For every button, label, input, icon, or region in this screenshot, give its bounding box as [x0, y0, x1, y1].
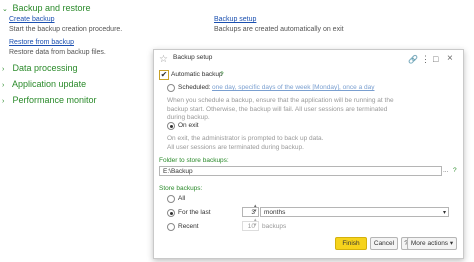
stepper-down-icon[interactable]: ▾ [254, 222, 257, 228]
section-title: Backup and restore [12, 3, 91, 13]
chevron-right-icon: › [2, 98, 5, 105]
on-exit-label: On exit [178, 122, 199, 129]
folder-input[interactable]: E:\Backup [159, 166, 442, 176]
store-backups-label: Store backups: [159, 185, 203, 192]
more-actions-label: More actions [410, 240, 449, 247]
chevron-right-icon: › [2, 82, 5, 89]
finish-button[interactable]: Finish [335, 237, 367, 250]
scheduled-label: Scheduled: [178, 84, 211, 91]
store-for-last-radio[interactable] [167, 209, 175, 217]
chevron-down-icon: ⌄ [2, 6, 8, 13]
scheduled-radio[interactable] [167, 84, 175, 92]
maximize-icon[interactable]: □ [433, 54, 438, 64]
store-recent-radio[interactable] [167, 223, 175, 231]
backup-setup-link[interactable]: Backup setup [214, 16, 256, 23]
backup-setup-description: Backups are created automatically on exi… [214, 26, 344, 33]
cancel-button[interactable]: Cancel [370, 237, 398, 250]
backup-setup-dialog: ☆ Backup setup 🔗 ⋮ □ × ✔ Automatic backu… [153, 49, 464, 259]
create-backup-description: Start the backup creation procedure. [9, 26, 123, 33]
dialog-title: Backup setup [173, 54, 213, 61]
more-actions-button[interactable]: More actions ▾ [407, 237, 457, 250]
store-all-label: All [178, 195, 186, 202]
store-all-radio[interactable] [167, 195, 175, 203]
close-icon[interactable]: × [447, 53, 453, 64]
dropdown-arrow-icon[interactable]: ▾ [443, 208, 446, 218]
on-exit-note: On exit, the administrator is prompted t… [167, 135, 324, 151]
stepper-down-icon[interactable]: ▾ [254, 208, 257, 214]
period-unit-select[interactable]: months ▾ [260, 207, 449, 217]
section-title: Application update [12, 79, 87, 89]
browse-folder-button[interactable]: ... [443, 167, 448, 174]
folder-help[interactable]: ? [453, 167, 457, 174]
menu-icon[interactable]: ⋮ [421, 54, 430, 65]
section-title: Data processing [12, 63, 78, 73]
store-recent-label: Recent [178, 223, 199, 230]
chevron-down-icon: ▾ [449, 240, 454, 247]
restore-description: Restore data from backup files. [9, 49, 106, 56]
recent-stepper[interactable]: ▴ ▾ [254, 218, 257, 228]
create-backup-link[interactable]: Create backup [9, 16, 55, 23]
automatic-backup-help[interactable]: ? [220, 71, 224, 78]
scheduled-note: When you schedule a backup, ensure that … [167, 97, 394, 121]
recent-unit-label: backups [262, 223, 287, 230]
automatic-backup-label: Automatic backup [171, 71, 223, 78]
automatic-backup-checkbox[interactable]: ✔ [159, 70, 169, 80]
for-last-stepper[interactable]: ▴ ▾ [254, 204, 257, 214]
section-data-processing[interactable]: › Data processing [2, 63, 78, 73]
link-icon[interactable]: 🔗 [408, 55, 418, 64]
period-unit-value: months [264, 209, 286, 216]
chevron-right-icon: › [2, 66, 5, 73]
section-title: Performance monitor [12, 95, 97, 105]
backup-restore-section[interactable]: ⌄ Backup and restore [2, 3, 91, 13]
section-performance-monitor[interactable]: › Performance monitor [2, 95, 97, 105]
schedule-link[interactable]: one day, specific days of the week [Mond… [212, 84, 374, 91]
favorite-star-icon[interactable]: ☆ [159, 54, 168, 65]
section-application-update[interactable]: › Application update [2, 79, 86, 89]
store-for-last-label: For the last [178, 209, 211, 216]
folder-label: Folder to store backups: [159, 157, 229, 164]
on-exit-radio[interactable] [167, 122, 175, 130]
restore-from-backup-link[interactable]: Restore from backup [9, 39, 74, 46]
